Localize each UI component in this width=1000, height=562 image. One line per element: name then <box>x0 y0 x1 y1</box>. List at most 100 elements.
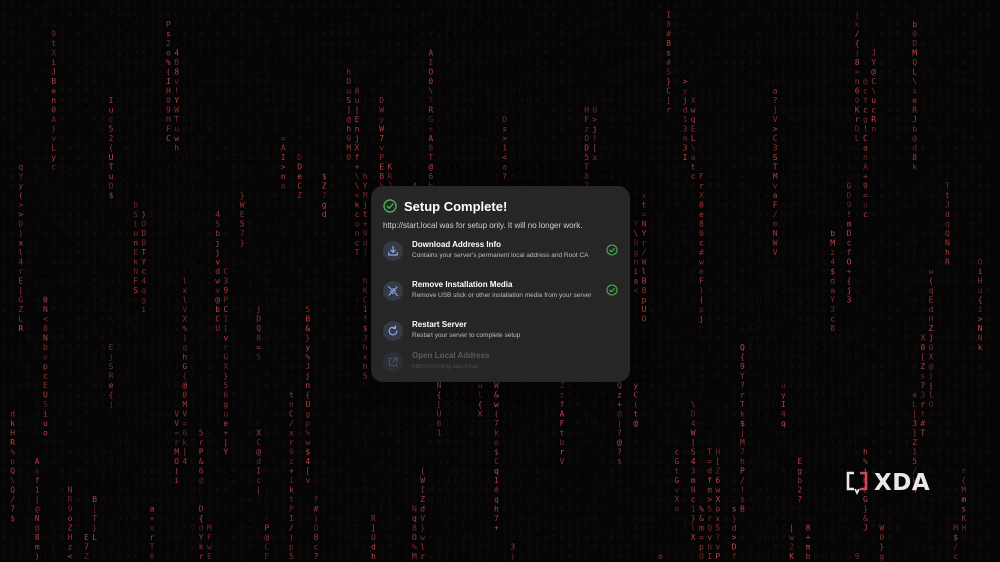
svg-text:B: B <box>576 419 581 428</box>
svg-text:N: N <box>117 552 122 561</box>
svg-text:>: > <box>100 134 105 143</box>
svg-text:x: x <box>2 134 7 143</box>
svg-text:D: D <box>404 495 409 504</box>
svg-text:a: a <box>609 467 614 476</box>
svg-text:0: 0 <box>35 239 40 248</box>
svg-text:9: 9 <box>223 286 228 295</box>
step-remove-installation-media[interactable]: Remove Installation Media Remove USB sti… <box>383 280 618 320</box>
svg-text:b: b <box>486 524 491 533</box>
svg-text:4: 4 <box>650 106 655 115</box>
svg-text:n: n <box>133 239 138 248</box>
svg-text:Y: Y <box>551 134 556 143</box>
svg-text:w: w <box>461 134 466 143</box>
svg-text:0: 0 <box>461 543 466 552</box>
svg-text:7: 7 <box>27 400 32 409</box>
svg-text:%: % <box>387 68 392 77</box>
svg-text:{: { <box>223 172 228 181</box>
svg-text:F: F <box>133 277 138 286</box>
svg-text:h: h <box>396 524 401 533</box>
svg-text:#: # <box>92 277 97 286</box>
svg-text:o: o <box>264 448 269 457</box>
svg-text:w: w <box>174 134 179 143</box>
svg-text:x: x <box>363 400 368 409</box>
svg-text:S: S <box>215 220 220 229</box>
svg-text:!: ! <box>27 87 32 96</box>
svg-text:): ) <box>551 400 556 409</box>
svg-text:B: B <box>297 552 302 561</box>
svg-text:<: < <box>617 134 622 143</box>
svg-text:4: 4 <box>305 115 310 124</box>
svg-text:d: d <box>617 144 622 153</box>
svg-text:k: k <box>494 96 499 105</box>
svg-text:$: $ <box>387 77 392 86</box>
svg-text:E: E <box>658 334 663 343</box>
svg-text:U: U <box>27 486 32 495</box>
svg-text:?: ? <box>35 315 40 324</box>
svg-text:T: T <box>117 30 122 39</box>
svg-text:L: L <box>27 39 32 48</box>
svg-text:w: w <box>27 457 32 466</box>
svg-text:[: [ <box>519 543 524 552</box>
svg-text:C: C <box>215 552 220 561</box>
open-local-address-link[interactable]: http://missing-sap.local <box>412 363 600 371</box>
svg-text:{: { <box>215 429 220 438</box>
svg-text:e: e <box>289 362 294 371</box>
svg-text:W: W <box>379 106 384 115</box>
svg-text:?: ? <box>27 201 32 210</box>
svg-text:B: B <box>174 533 179 542</box>
svg-text:$: $ <box>150 77 155 86</box>
svg-text:9: 9 <box>264 39 269 48</box>
svg-text:p: p <box>215 486 220 495</box>
svg-text:}: } <box>240 191 245 200</box>
svg-text:(: ( <box>174 201 179 210</box>
svg-text:s: s <box>543 495 548 504</box>
svg-text:U: U <box>666 248 671 257</box>
svg-text:f: f <box>519 410 524 419</box>
svg-text:I: I <box>166 77 171 86</box>
step-download-address-info[interactable]: Download Address Info Contains your serv… <box>383 240 618 280</box>
svg-text:}: } <box>305 334 310 343</box>
svg-text:R: R <box>404 381 409 390</box>
svg-text:A: A <box>519 96 524 105</box>
svg-text:N: N <box>642 448 647 457</box>
svg-text:S: S <box>346 96 351 105</box>
svg-text:@: @ <box>256 448 261 457</box>
svg-text:R: R <box>125 267 130 276</box>
svg-text:u: u <box>109 172 114 181</box>
svg-text:%: % <box>273 419 278 428</box>
svg-text:z: z <box>642 125 647 134</box>
svg-text:0: 0 <box>453 68 458 77</box>
svg-text:d: d <box>2 39 7 48</box>
svg-text:m: m <box>412 495 417 504</box>
svg-text:w: w <box>10 353 15 362</box>
svg-text:2: 2 <box>133 410 138 419</box>
svg-text:): ) <box>35 552 40 561</box>
svg-text:q: q <box>437 68 442 77</box>
svg-text:r: r <box>666 106 671 115</box>
svg-text:R: R <box>18 324 23 333</box>
svg-text:R: R <box>191 248 196 257</box>
svg-text:L: L <box>158 438 163 447</box>
svg-text:3: 3 <box>478 438 483 447</box>
svg-text:h: h <box>248 353 253 362</box>
svg-text:Y: Y <box>281 552 286 561</box>
svg-text:2: 2 <box>281 486 286 495</box>
svg-text:F: F <box>92 153 97 162</box>
svg-text:7: 7 <box>461 448 466 457</box>
svg-text:\: \ <box>650 30 655 39</box>
svg-text:B: B <box>59 448 64 457</box>
svg-text:r: r <box>658 505 663 514</box>
svg-text:n: n <box>182 467 187 476</box>
svg-text:A: A <box>601 543 606 552</box>
svg-text:l: l <box>379 391 384 400</box>
svg-text:>: > <box>535 96 540 105</box>
svg-text:Y: Y <box>223 20 228 29</box>
svg-text:g: g <box>125 362 130 371</box>
svg-text:o: o <box>158 476 163 485</box>
svg-text:q: q <box>494 467 499 476</box>
svg-text:{: { <box>109 391 114 400</box>
svg-text:<: < <box>43 315 48 324</box>
svg-text:Y: Y <box>551 533 556 542</box>
step-restart-server[interactable]: Restart Server Restart your server to co… <box>383 320 618 351</box>
svg-text:n: n <box>51 267 56 276</box>
